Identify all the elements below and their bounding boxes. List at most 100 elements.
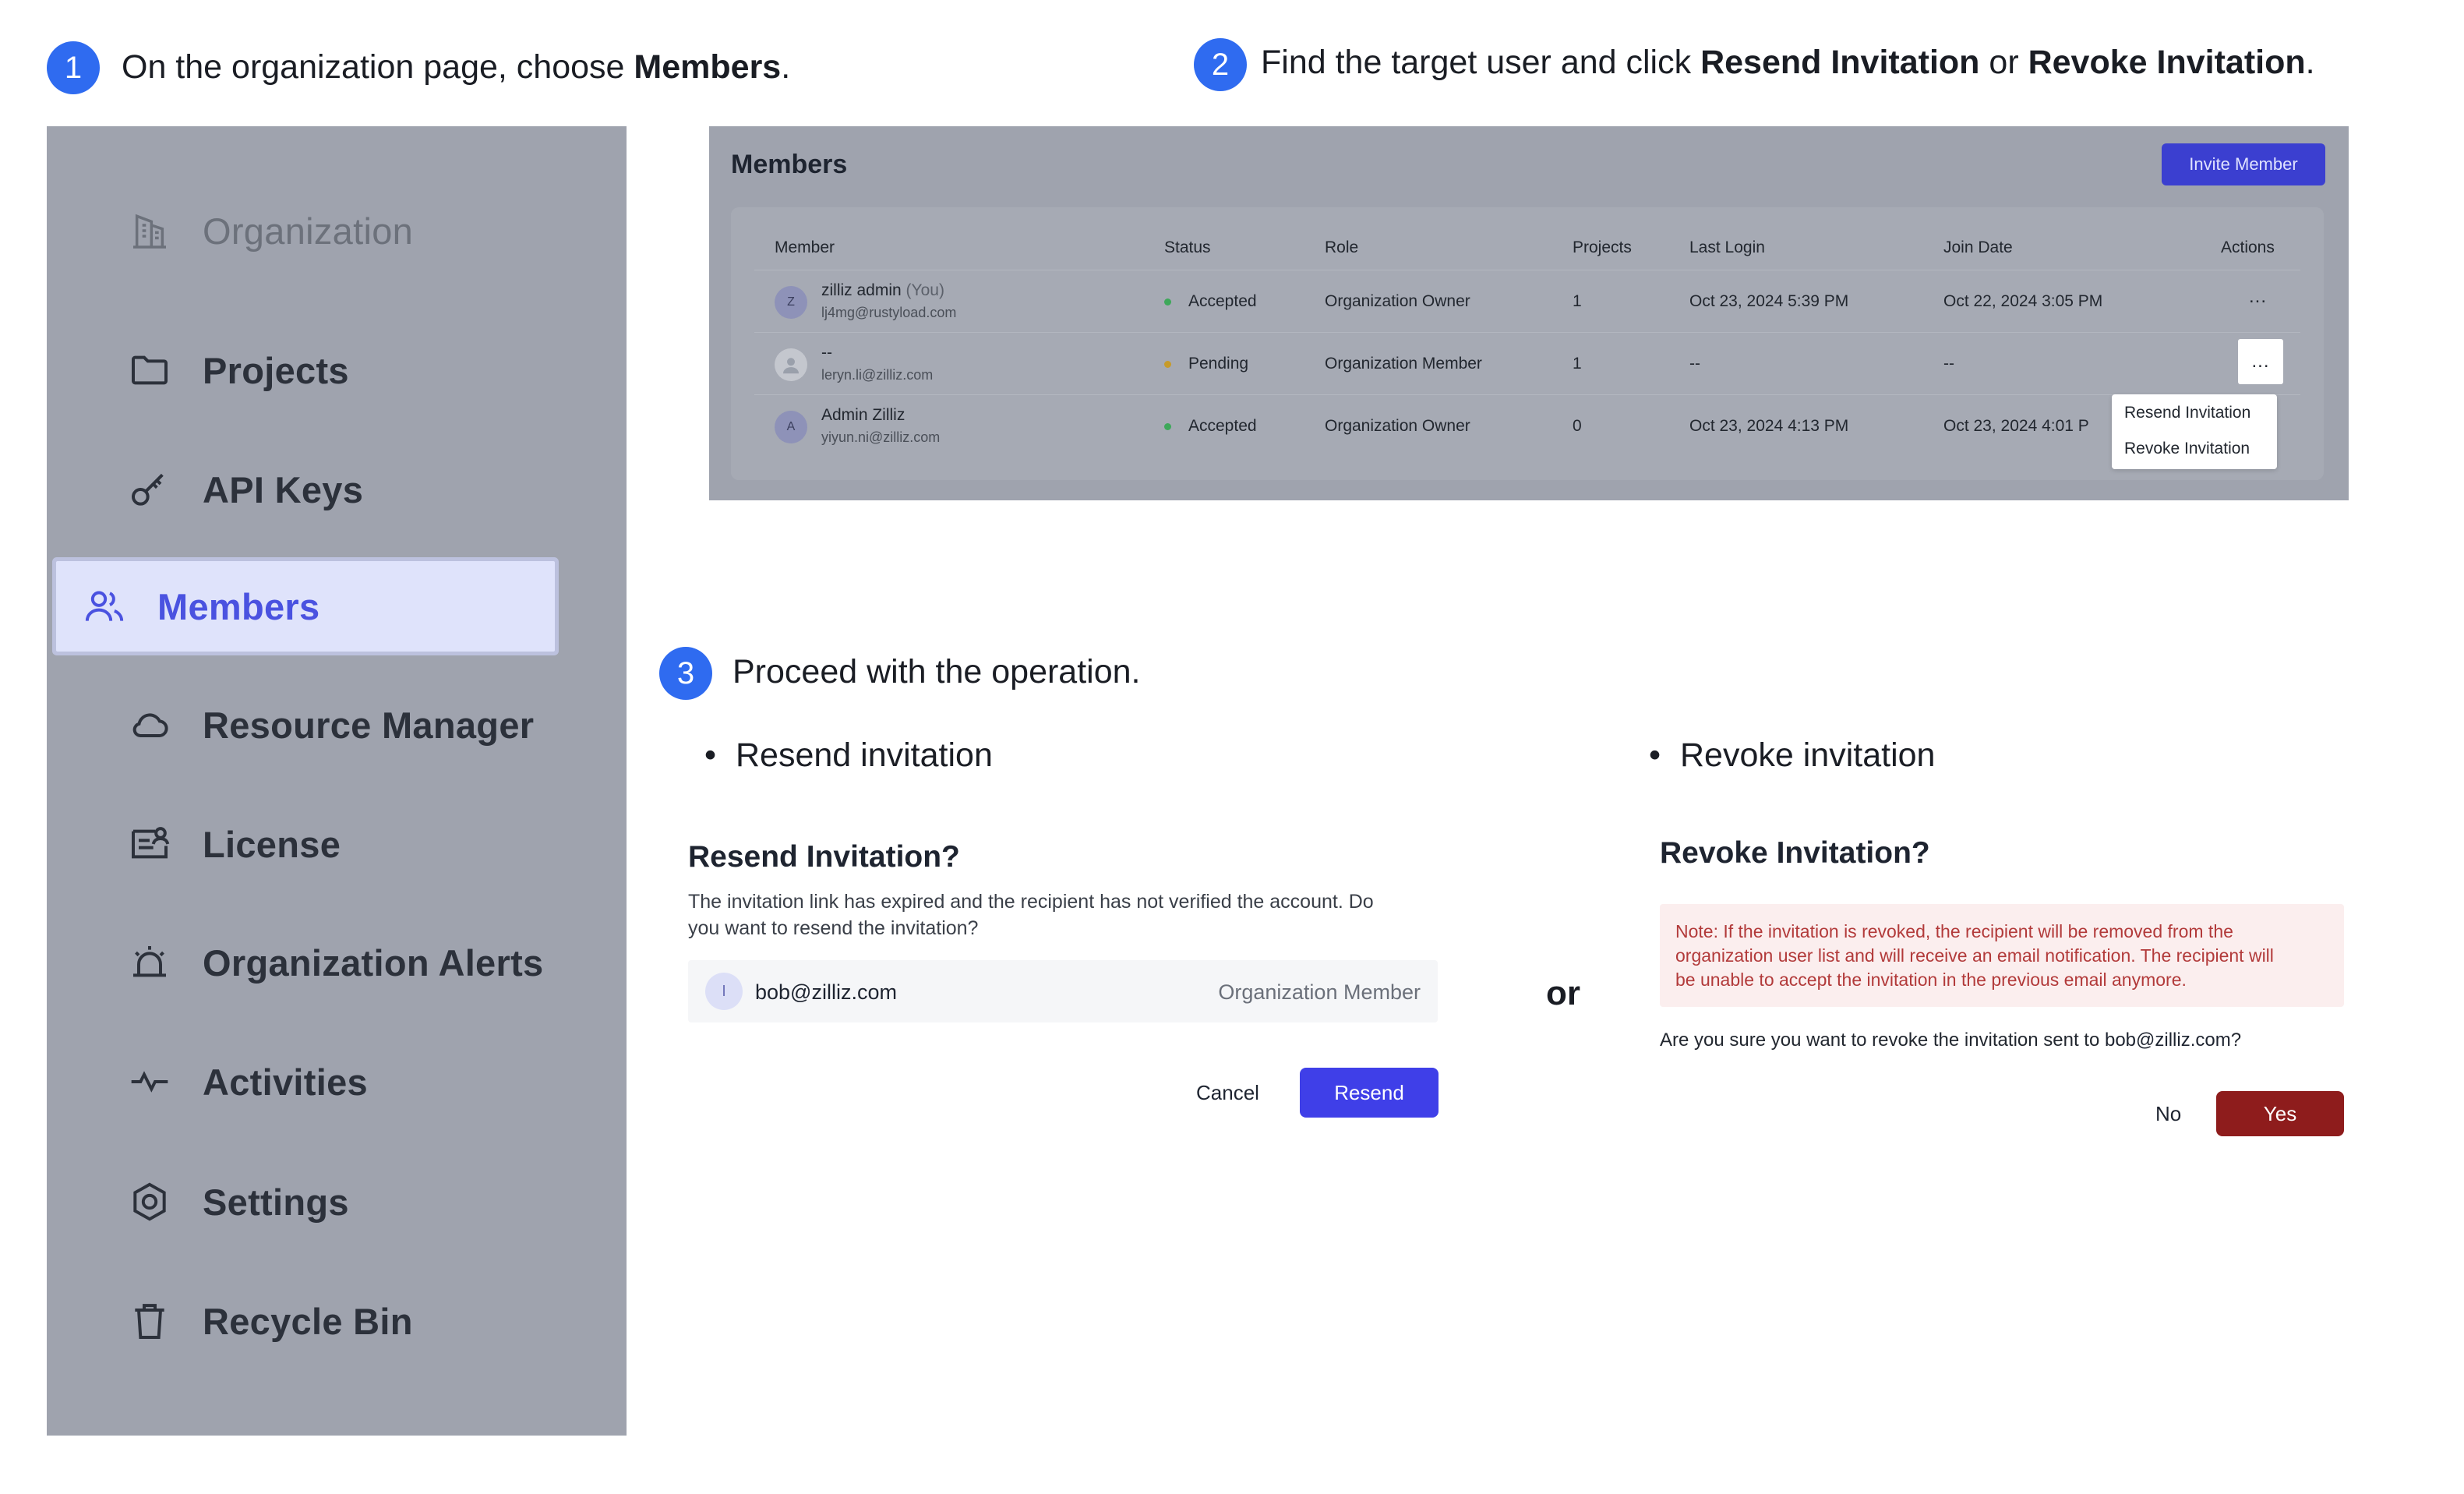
table-row: A Admin Zilliz yiyun.ni@zilliz.com Accep…	[754, 394, 2300, 457]
sidebar-item-label: Projects	[203, 349, 349, 391]
sidebar-item-organization-alerts[interactable]: Organization Alerts	[78, 917, 543, 1008]
column-header-projects: Projects	[1573, 238, 1632, 256]
join-date-cell: --	[1943, 355, 1954, 373]
more-actions-button[interactable]: ...	[2249, 286, 2267, 308]
revoke-invitation-menu-item[interactable]: Revoke Invitation	[2124, 440, 2250, 458]
you-tag: (You)	[905, 281, 944, 299]
sidebar-item-label: Organization	[203, 210, 414, 252]
sidebar-item-label: Activities	[203, 1061, 368, 1103]
yes-button[interactable]: Yes	[2216, 1091, 2344, 1136]
step-1-bold: Members	[634, 48, 782, 86]
member-name-text: zilliz admin	[821, 281, 902, 299]
column-header-join-date: Join Date	[1943, 238, 2013, 256]
step-1-suffix: .	[781, 48, 791, 86]
revoke-dialog-title: Revoke Invitation?	[1660, 836, 1930, 870]
status-badge: Pending	[1164, 355, 1248, 373]
table-row: Z zilliz admin (You) lj4mg@rustyload.com…	[754, 270, 2300, 332]
column-header-actions: Actions	[2221, 238, 2275, 256]
gear-icon	[126, 1178, 173, 1225]
note-line: be unable to accept the invitation in th…	[1675, 970, 2187, 990]
status-badge: Accepted	[1164, 292, 1257, 311]
trash-icon	[126, 1298, 173, 1344]
sidebar-item-license[interactable]: License	[78, 799, 341, 889]
members-title: Members	[731, 150, 848, 179]
projects-cell: 1	[1573, 292, 1582, 310]
building-icon	[126, 207, 173, 254]
sidebar-item-activities[interactable]: Activities	[78, 1037, 368, 1127]
sidebar-item-settings[interactable]: Settings	[78, 1157, 349, 1247]
member-email: leryn.li@zilliz.com	[821, 367, 934, 383]
note-line: organization user list and will receive …	[1675, 945, 2274, 966]
sidebar-item-recycle-bin[interactable]: Recycle Bin	[78, 1276, 413, 1366]
avatar-placeholder-icon	[775, 348, 807, 381]
users-icon	[81, 583, 128, 630]
sidebar-item-label: API Keys	[203, 468, 364, 510]
avatar: Z	[775, 286, 807, 319]
resend-body-line: you want to resend the invitation?	[688, 917, 979, 939]
more-actions-button[interactable]: ...	[2238, 339, 2283, 384]
status-text: Pending	[1188, 355, 1249, 373]
alarm-icon	[126, 939, 173, 986]
recipient-email: bob@zilliz.com	[755, 980, 897, 1004]
member-name: --	[821, 344, 832, 362]
projects-cell: 1	[1573, 355, 1582, 373]
member-email: yiyun.ni@zilliz.com	[821, 429, 941, 445]
role-cell: Organization Owner	[1325, 417, 1470, 435]
question-suffix: ?	[2230, 1030, 2242, 1051]
role-cell: Organization Owner	[1325, 292, 1470, 310]
question-email: bob@zilliz.com	[2104, 1030, 2231, 1051]
member-name: zilliz admin (You)	[821, 281, 944, 300]
step-2-bold-resend: Resend Invitation	[1700, 44, 1980, 81]
license-icon	[126, 821, 173, 867]
member-name: Admin Zilliz	[821, 406, 905, 424]
sidebar-item-api-keys[interactable]: API Keys	[78, 444, 363, 535]
resend-invitation-menu-item[interactable]: Resend Invitation	[2124, 404, 2250, 422]
step-3-instruction: Proceed with the operation.	[732, 653, 1141, 690]
sidebar-item-label: Resource Manager	[203, 704, 535, 746]
last-login-cell: Oct 23, 2024 4:13 PM	[1689, 417, 1849, 435]
revoke-warning-note: Note: If the invitation is revoked, the …	[1660, 904, 2344, 1007]
column-header-status: Status	[1164, 238, 1211, 256]
key-icon	[126, 466, 173, 513]
step-2-suffix: .	[2305, 44, 2315, 81]
or-separator: or	[1546, 974, 1580, 1012]
members-table: Member Status Role Projects Last Login J…	[731, 207, 2324, 480]
column-header-member: Member	[775, 238, 835, 256]
step-2-or: or	[1979, 44, 2028, 81]
column-header-last-login: Last Login	[1689, 238, 1765, 256]
revoke-note-text: Note: If the invitation is revoked, the …	[1675, 920, 2330, 992]
status-dot	[1164, 298, 1171, 306]
step-2-badge: 2	[1194, 38, 1247, 91]
column-header-role: Role	[1325, 238, 1359, 256]
last-login-cell: --	[1689, 355, 1700, 373]
status-dot	[1164, 360, 1171, 368]
question-text: Are you sure you want to revoke the invi…	[1660, 1030, 2105, 1051]
step-2-bold-revoke: Revoke Invitation	[2028, 44, 2306, 81]
sidebar-item-label: Recycle Bin	[203, 1300, 413, 1342]
step-3-badge: 3	[659, 647, 712, 700]
no-button[interactable]: No	[2155, 1102, 2181, 1126]
status-text: Accepted	[1188, 292, 1257, 310]
sidebar-item-resource-manager[interactable]: Resource Manager	[78, 680, 534, 770]
sidebar-item-label: License	[203, 823, 341, 865]
actions-dropdown-menu: Resend Invitation Revoke Invitation	[2112, 394, 2277, 469]
join-date-cell: Oct 22, 2024 3:05 PM	[1943, 292, 2103, 310]
step-2-text: Find the target user and click	[1261, 44, 1701, 81]
status-text: Accepted	[1188, 417, 1257, 435]
sidebar-item-members[interactable]: Members	[56, 561, 555, 652]
sidebar-item-projects[interactable]: Projects	[78, 325, 349, 415]
join-date-cell: Oct 23, 2024 4:01 P	[1943, 417, 2089, 435]
cancel-button[interactable]: Cancel	[1196, 1081, 1259, 1105]
status-dot	[1164, 422, 1171, 430]
organization-sidebar: Organization Projects API Keys Members R…	[47, 126, 627, 1436]
member-email: lj4mg@rustyload.com	[821, 305, 957, 320]
activity-icon	[126, 1058, 173, 1105]
folder-icon	[126, 347, 173, 394]
status-badge: Accepted	[1164, 417, 1257, 436]
resend-dialog-body: The invitation link has expired and the …	[688, 888, 1374, 941]
sidebar-item-organization[interactable]: Organization	[78, 185, 413, 276]
resend-button[interactable]: Resend	[1300, 1068, 1439, 1118]
resend-dialog-title: Resend Invitation?	[688, 840, 960, 874]
invite-member-button[interactable]: Invite Member	[2162, 143, 2325, 185]
role-cell: Organization Member	[1325, 355, 1482, 373]
